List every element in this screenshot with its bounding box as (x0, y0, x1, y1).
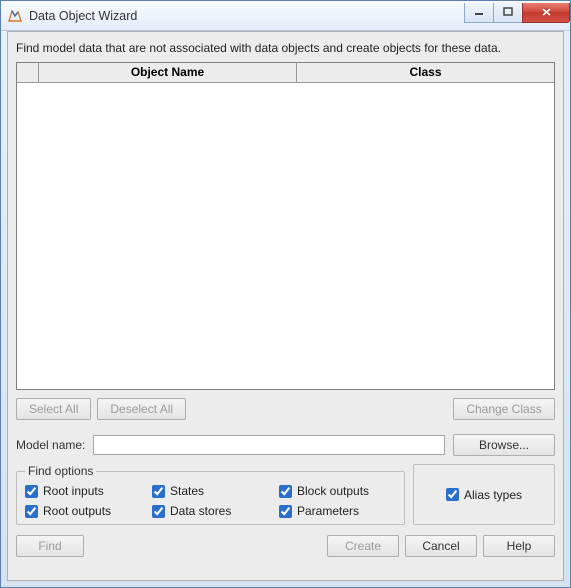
root-outputs-option[interactable]: Root outputs (25, 504, 142, 518)
alias-types-option[interactable]: Alias types (446, 488, 522, 502)
data-stores-option[interactable]: Data stores (152, 504, 269, 518)
bottom-buttons: Find Create Cancel Help (16, 535, 555, 557)
model-name-input[interactable] (93, 435, 445, 455)
model-name-row: Model name: Browse... (16, 434, 555, 456)
maximize-button[interactable] (493, 3, 523, 23)
header-object-name[interactable]: Object Name (39, 63, 297, 82)
options-row: Find options Root inputs States Block ou… (16, 464, 555, 525)
cancel-button[interactable]: Cancel (405, 535, 477, 557)
root-outputs-checkbox[interactable] (25, 505, 38, 518)
find-button[interactable]: Find (16, 535, 84, 557)
create-button[interactable]: Create (327, 535, 399, 557)
root-inputs-checkbox[interactable] (25, 485, 38, 498)
alias-types-checkbox[interactable] (446, 488, 459, 501)
root-outputs-label: Root outputs (43, 504, 111, 518)
deselect-all-button[interactable]: Deselect All (97, 398, 186, 420)
select-all-button[interactable]: Select All (16, 398, 91, 420)
window-title: Data Object Wizard (29, 9, 465, 23)
client-area: Find model data that are not associated … (7, 31, 564, 581)
data-stores-label: Data stores (170, 504, 231, 518)
table-header: Object Name Class (17, 63, 554, 83)
states-label: States (170, 484, 204, 498)
find-options-legend: Find options (25, 464, 96, 478)
parameters-checkbox[interactable] (279, 505, 292, 518)
app-icon (7, 8, 23, 24)
alias-types-group: Alias types (413, 464, 555, 525)
states-option[interactable]: States (152, 484, 269, 498)
titlebar: Data Object Wizard (1, 1, 570, 31)
states-checkbox[interactable] (152, 485, 165, 498)
object-table[interactable]: Object Name Class (16, 62, 555, 390)
block-outputs-label: Block outputs (297, 484, 369, 498)
block-outputs-option[interactable]: Block outputs (279, 484, 396, 498)
root-inputs-label: Root inputs (43, 484, 104, 498)
window-buttons (465, 3, 570, 23)
help-button[interactable]: Help (483, 535, 555, 557)
model-name-label: Model name: (16, 438, 85, 452)
data-stores-checkbox[interactable] (152, 505, 165, 518)
table-body (17, 83, 554, 389)
description-text: Find model data that are not associated … (16, 40, 555, 56)
close-button[interactable] (522, 3, 570, 23)
root-inputs-option[interactable]: Root inputs (25, 484, 142, 498)
block-outputs-checkbox[interactable] (279, 485, 292, 498)
find-options-group: Find options Root inputs States Block ou… (16, 464, 405, 525)
browse-button[interactable]: Browse... (453, 434, 555, 456)
parameters-option[interactable]: Parameters (279, 504, 396, 518)
parameters-label: Parameters (297, 504, 359, 518)
minimize-button[interactable] (464, 3, 494, 23)
alias-types-label: Alias types (464, 488, 522, 502)
header-check-column[interactable] (17, 63, 39, 82)
find-options-grid: Root inputs States Block outputs Root ou… (25, 482, 396, 518)
header-class[interactable]: Class (297, 63, 554, 82)
change-class-button[interactable]: Change Class (453, 398, 555, 420)
window: Data Object Wizard Find model data that … (0, 0, 571, 588)
selection-buttons: Select All Deselect All Change Class (16, 398, 555, 420)
